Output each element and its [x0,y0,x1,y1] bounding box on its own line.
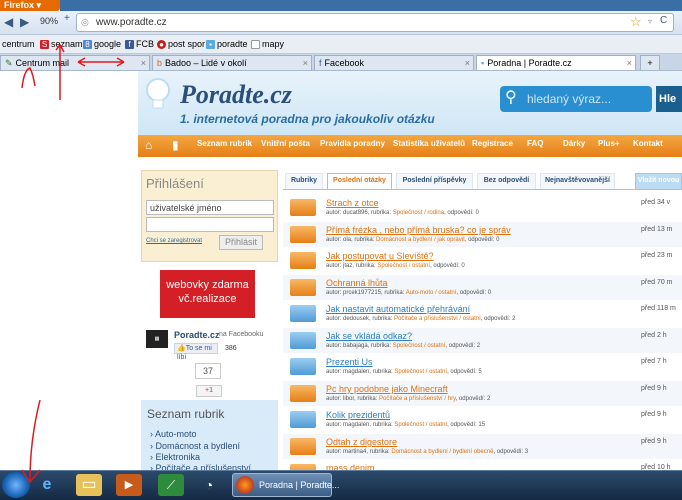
annotation-double-arrow-tab [77,57,125,67]
red-annotations [21,43,125,484]
annotation-arrow-up-seznam [55,43,65,100]
annotation-arrow-start [21,399,41,484]
annotation-caret-centrum [21,67,36,89]
